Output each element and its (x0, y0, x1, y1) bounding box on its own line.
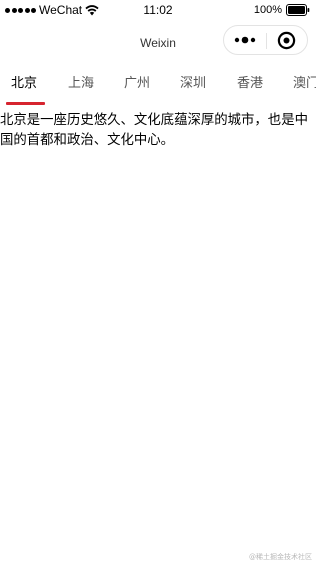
battery-percentage: 100% (253, 4, 282, 16)
status-bar: WeChat 11:02 100% (0, 0, 316, 22)
tab-hongkong[interactable]: 香港 (237, 75, 263, 93)
active-tab-indicator (6, 102, 45, 105)
battery-icon (286, 4, 310, 16)
watermark: @稀土掘金技术社区 (249, 553, 312, 561)
tab-guangzhou[interactable]: 广州 (124, 75, 150, 93)
city-tabs: 北京 上海 广州 深圳 香港 澳门 (0, 64, 316, 106)
capsule-divider (266, 33, 267, 49)
tab-shenzhen[interactable]: 深圳 (180, 75, 206, 93)
navigation-bar: Weixin (0, 22, 316, 64)
tab-macau[interactable]: 澳门 (293, 75, 316, 93)
close-mini-program-icon[interactable] (277, 31, 296, 50)
tab-beijing[interactable]: 北京 (11, 75, 37, 93)
tab-content-text: 北京是一座历史悠久、文化底蕴深厚的城市，也是中国的首都和政治、文化中心。 (0, 113, 308, 148)
more-options-icon[interactable] (233, 34, 259, 46)
status-right: 100% (254, 3, 310, 17)
tab-shanghai[interactable]: 上海 (68, 75, 94, 93)
mini-program-capsule (223, 25, 308, 55)
